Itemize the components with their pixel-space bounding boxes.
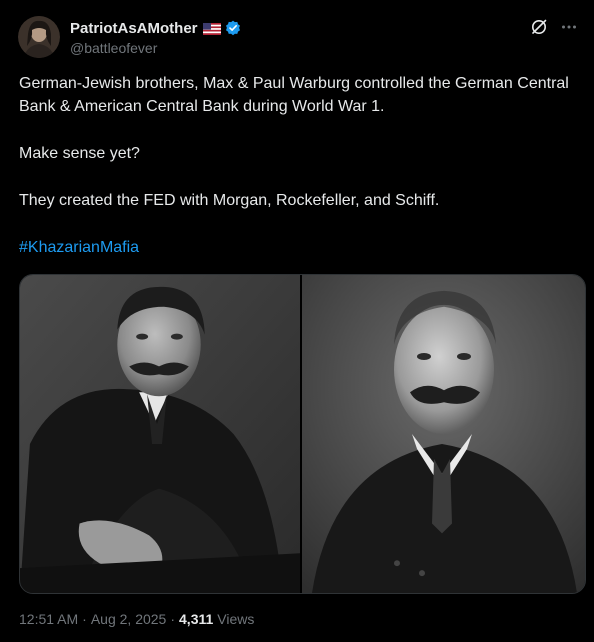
portrait-photo-left[interactable]	[20, 275, 302, 593]
display-name[interactable]: PatriotAsAMother	[70, 20, 198, 37]
avatar[interactable]	[18, 16, 60, 58]
us-flag-icon	[202, 22, 221, 35]
tweet-paragraph-1: German-Jewish brothers, Max & Paul Warbu…	[19, 75, 569, 115]
tweet-time[interactable]: 12:51 AM	[19, 611, 78, 627]
verified-badge-icon[interactable]	[225, 20, 241, 36]
more-icon[interactable]	[560, 18, 578, 36]
tweet-date[interactable]: Aug 2, 2025	[91, 611, 167, 627]
tweet-paragraph-3: They created the FED with Morgan, Rockef…	[19, 192, 440, 209]
separator: ·	[170, 611, 176, 627]
grok-icon[interactable]	[530, 18, 548, 36]
tweet-footer: 12:51 AM · Aug 2, 2025 · 4,311 Views	[19, 611, 254, 627]
handle[interactable]: @battleofever	[70, 40, 241, 56]
views-label: Views	[217, 611, 255, 627]
tweet-media[interactable]	[19, 274, 586, 594]
tweet-header: PatriotAsAMother @battleofever	[18, 16, 578, 58]
tweet-paragraph-2: Make sense yet?	[19, 145, 140, 162]
portrait-photo-right[interactable]	[302, 275, 585, 593]
header-actions	[530, 18, 578, 36]
tweet: PatriotAsAMother @battleofever German-Je…	[0, 0, 594, 642]
author-names: PatriotAsAMother @battleofever	[70, 18, 241, 56]
separator: ·	[82, 611, 87, 627]
hashtag-link[interactable]: #KhazarianMafia	[19, 239, 139, 256]
views-count[interactable]: 4,311	[179, 611, 213, 627]
tweet-text: German-Jewish brothers, Max & Paul Warbu…	[19, 72, 575, 259]
